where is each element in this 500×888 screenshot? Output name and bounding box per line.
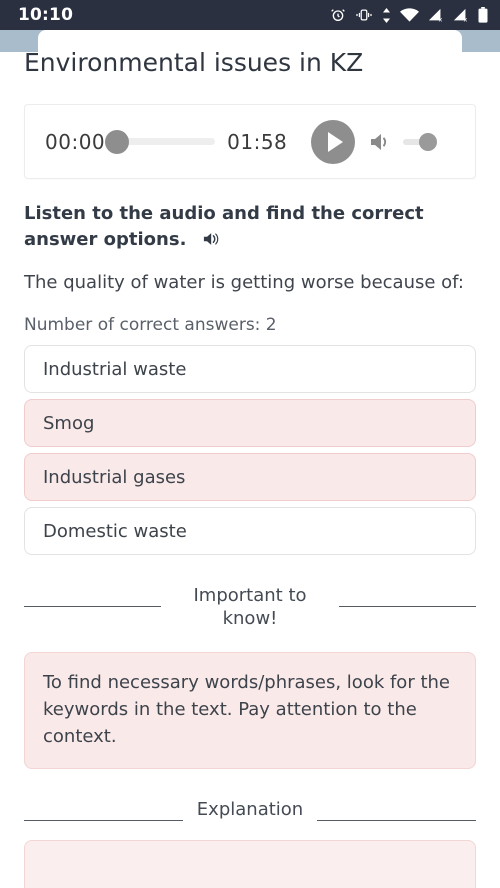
divider-rule-right — [339, 606, 476, 608]
wifi-icon — [400, 7, 419, 23]
vibrate-icon — [355, 8, 373, 22]
status-bar: 10:10 x x — [0, 0, 500, 30]
important-divider-label: Important to know! — [193, 585, 307, 629]
volume-slider[interactable] — [403, 132, 438, 152]
data-transfer-icon — [382, 7, 391, 23]
play-icon — [327, 131, 343, 152]
answer-option-4[interactable]: Domestic waste — [24, 507, 476, 556]
signal-no-sim-icon-2: x — [453, 8, 469, 23]
important-divider: Important to know! — [24, 585, 476, 630]
audio-progress-thumb[interactable] — [105, 129, 130, 154]
important-tip-box: To find necessary words/phrases, look fo… — [24, 652, 476, 770]
explanation-box — [24, 839, 476, 888]
answer-option-1[interactable]: Industrial waste — [24, 345, 476, 394]
explanation-divider-label: Explanation — [196, 799, 304, 821]
answer-options-list: Industrial waste Smog Industrial gases D… — [24, 345, 476, 556]
volume-thumb[interactable] — [419, 132, 438, 151]
volume-icon[interactable] — [369, 131, 393, 153]
divider-rule-left — [24, 606, 161, 608]
app-screen: 10:10 x x Environmental issues in KZ 00:… — [0, 0, 500, 888]
page-content: Environmental issues in KZ 00:00 01:58 L… — [0, 30, 500, 888]
audio-current-time: 00:00 — [45, 129, 106, 154]
question-text: The quality of water is getting worse be… — [24, 272, 464, 294]
audio-progress-slider[interactable] — [105, 129, 216, 154]
svg-text:x: x — [439, 16, 443, 22]
battery-icon — [478, 7, 488, 23]
task-instruction-text: Listen to the audio and find the correct… — [24, 203, 424, 251]
status-icon-tray: x x — [330, 7, 488, 23]
answer-option-3[interactable]: Industrial gases — [24, 453, 476, 502]
correct-answers-count: Number of correct answers: 2 — [24, 315, 277, 336]
audio-player: 00:00 01:58 — [24, 104, 476, 179]
audio-duration: 01:58 — [227, 129, 288, 154]
divider-rule-left — [24, 820, 183, 822]
divider-rule-right — [317, 820, 476, 822]
svg-text:x: x — [464, 16, 468, 22]
alarm-icon — [330, 7, 346, 23]
play-button[interactable] — [311, 119, 356, 164]
answer-option-2[interactable]: Smog — [24, 399, 476, 448]
page-title: Environmental issues in KZ — [24, 48, 364, 77]
status-clock: 10:10 — [18, 4, 74, 25]
task-instruction: Listen to the audio and find the correct… — [24, 201, 476, 256]
explanation-divider: Explanation — [24, 799, 476, 822]
signal-no-sim-icon-1: x — [428, 8, 444, 23]
speaker-icon[interactable] — [203, 230, 223, 256]
